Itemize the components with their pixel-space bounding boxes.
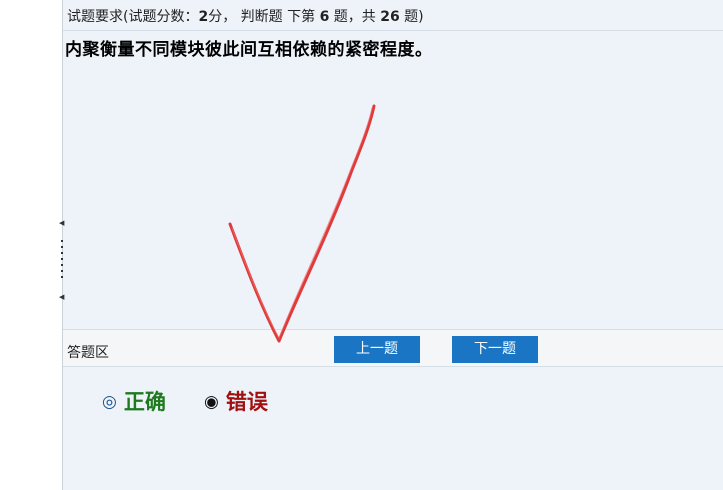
header-mid: 分， 判断题 下第 xyxy=(208,9,320,25)
next-question-button[interactable]: 下一题 xyxy=(452,336,538,363)
splitter-down-arrow-icon: ◀ xyxy=(59,293,65,301)
answer-area-label: 答题区 xyxy=(67,345,109,361)
question-body: 内聚衡量不同模块彼此间互相依赖的紧密程度。 xyxy=(63,31,723,329)
header-mid2: 题，共 xyxy=(329,9,381,25)
splitter-grip-dot xyxy=(61,252,63,254)
previous-question-button[interactable]: 上一题 xyxy=(334,336,420,363)
question-score: 2 xyxy=(198,9,209,25)
option-true-label: 正确 xyxy=(123,389,166,414)
splitter-grip-dot xyxy=(61,246,63,248)
question-requirements: 试题要求(试题分数：2分， 判断题 下第 6 题，共 26 题) xyxy=(67,6,424,26)
left-gutter xyxy=(0,0,62,490)
splitter-grip-dot xyxy=(61,240,63,242)
question-header: 试题要求(试题分数：2分， 判断题 下第 6 题，共 26 题) xyxy=(63,0,723,31)
splitter-grip-dot xyxy=(61,276,63,278)
radio-selected-icon[interactable]: ◉ xyxy=(204,392,219,412)
question-total: 26 xyxy=(380,9,400,25)
answer-toolbar: 答题区 上一题 下一题 xyxy=(63,329,723,367)
option-false[interactable]: ◉ 错误 xyxy=(204,386,268,416)
radio-unselected-icon[interactable]: ◎ xyxy=(102,392,117,412)
option-true[interactable]: ◎ 正确 xyxy=(102,386,166,416)
splitter-grip-dot xyxy=(61,264,63,266)
question-text: 内聚衡量不同模块彼此间互相依赖的紧密程度。 xyxy=(65,40,433,60)
question-number: 6 xyxy=(319,9,330,25)
option-false-label: 错误 xyxy=(225,389,268,414)
panel-splitter-handle[interactable]: ◀ ◀ xyxy=(58,218,66,308)
splitter-grip-dot xyxy=(61,270,63,272)
header-suffix: 题) xyxy=(399,9,424,25)
splitter-up-arrow-icon: ◀ xyxy=(59,219,65,227)
splitter-grip-dot xyxy=(61,258,63,260)
header-prefix: 试题要求(试题分数： xyxy=(67,9,199,25)
answer-area: ◎ 正确 ◉ 错误 xyxy=(63,367,723,490)
